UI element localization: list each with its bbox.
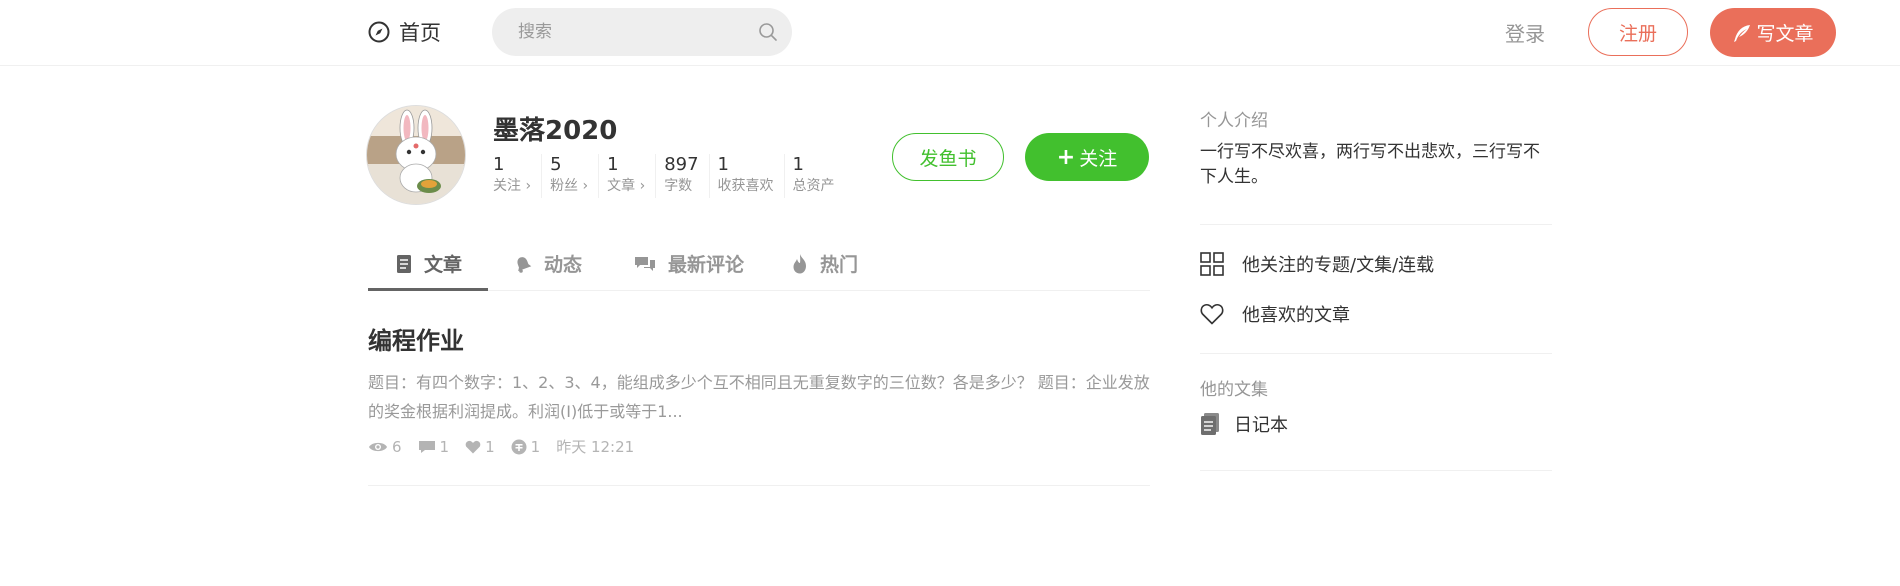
stat-label: 总资产 xyxy=(792,178,835,194)
sidebar-divider xyxy=(1200,224,1552,225)
profile-tabs: 文章 动态 最新评论 热门 xyxy=(368,236,1150,291)
article-item: 编程作业 题目：有四个数字：1、2、3、4，能组成多少个互不相同且无重复数字的三… xyxy=(368,324,1150,486)
tab-label: 热门 xyxy=(820,254,859,276)
intro-text: 一行写不尽欢喜，两行写不出悲欢，三行写不下人生。 xyxy=(1200,142,1540,187)
tab-label: 最新评论 xyxy=(668,254,745,276)
username: 墨落2020 xyxy=(493,116,618,146)
views-count: 6 xyxy=(368,438,402,456)
stat-following[interactable]: 1 关注 › xyxy=(493,154,543,198)
coin-icon xyxy=(511,439,527,454)
article-icon xyxy=(397,254,411,273)
intro-title: 个人介绍 xyxy=(1200,111,1268,131)
publish-time: 昨天 12:21 xyxy=(556,438,635,456)
tab-articles[interactable]: 文章 xyxy=(396,236,462,291)
collection-item[interactable]: 日记本 xyxy=(1200,411,1288,437)
stat-label: 粉丝 › xyxy=(550,178,589,194)
register-label: 注册 xyxy=(1618,22,1657,45)
stat-label: 文章 › xyxy=(607,178,646,194)
home-label: 首页 xyxy=(399,21,441,45)
stat-articles[interactable]: 1 文章 › xyxy=(607,154,657,198)
views-value: 6 xyxy=(392,437,402,456)
article-meta: 6 1 1 1 昨天 12:21 xyxy=(368,436,1150,457)
compass-icon xyxy=(368,21,390,43)
tab-latest-comments[interactable]: 最新评论 xyxy=(634,236,744,291)
feather-icon xyxy=(1734,24,1751,42)
search-input[interactable] xyxy=(516,8,746,56)
tab-label: 动态 xyxy=(544,254,583,276)
active-tab-indicator xyxy=(368,288,488,291)
heart-icon xyxy=(465,440,481,453)
heart-outline-icon xyxy=(1200,303,1224,325)
plus-icon: + xyxy=(1056,144,1076,170)
search-icon[interactable] xyxy=(758,22,778,42)
stat-followers[interactable]: 5 粉丝 › xyxy=(550,154,600,198)
subscriptions-link[interactable]: 他关注的专题/文集/连载 xyxy=(1200,251,1434,277)
tab-hot[interactable]: 热门 xyxy=(792,236,858,291)
profile-stats: 1 关注 › 5 粉丝 › 1 文章 › 897 字数 1 收获喜欢 1 总资产 xyxy=(493,154,853,198)
eye-icon xyxy=(369,442,387,451)
top-navbar: 首页 登录 注册 写文章 xyxy=(0,0,1900,66)
stat-num: 1 xyxy=(792,154,804,175)
stat-num: 897 xyxy=(664,154,699,175)
article-abstract: 题目：有四个数字：1、2、3、4，能组成多少个互不相同且无重复数字的三位数？各是… xyxy=(368,373,1150,421)
article-title[interactable]: 编程作业 xyxy=(368,324,1150,358)
stat-num: 1 xyxy=(493,154,505,175)
stat-words: 897 字数 xyxy=(664,154,710,198)
subscriptions-label: 他关注的专题/文集/连载 xyxy=(1242,255,1435,276)
avatar[interactable] xyxy=(366,105,466,205)
rewards-value: 1 xyxy=(530,437,541,456)
grid-icon xyxy=(1200,252,1224,276)
stat-label: 关注 › xyxy=(493,178,532,194)
liked-articles-label: 他喜欢的文章 xyxy=(1242,305,1350,326)
stat-num: 1 xyxy=(717,154,729,175)
stat-num: 1 xyxy=(607,154,619,175)
likes-value: 1 xyxy=(485,437,495,456)
stat-total-assets: 1 总资产 xyxy=(793,154,845,198)
sidebar-divider xyxy=(1200,353,1552,354)
collections-title: 他的文集 xyxy=(1200,380,1268,400)
send-message-button[interactable]: 发鱼书 xyxy=(892,133,1004,181)
collection-label: 日记本 xyxy=(1234,415,1288,436)
stat-likes-received: 1 收获喜欢 xyxy=(718,154,785,198)
follow-button[interactable]: + 关注 xyxy=(1025,133,1149,181)
stat-label: 字数 xyxy=(664,178,693,194)
tab-label: 文章 xyxy=(424,254,463,276)
comment-icon xyxy=(418,440,435,453)
search-box xyxy=(492,8,792,56)
send-message-label: 发鱼书 xyxy=(919,147,977,170)
stat-num: 5 xyxy=(550,154,562,175)
tab-activity[interactable]: 动态 xyxy=(514,236,582,291)
write-label: 写文章 xyxy=(1756,23,1814,45)
liked-articles-link[interactable]: 他喜欢的文章 xyxy=(1200,301,1350,327)
likes-count: 1 xyxy=(465,438,495,456)
comments-icon xyxy=(635,256,655,271)
rabbit-avatar-icon xyxy=(367,106,465,204)
comments-value: 1 xyxy=(439,437,450,456)
stat-label: 收获喜欢 xyxy=(717,178,774,194)
home-link[interactable]: 首页 xyxy=(368,16,441,48)
register-button[interactable]: 注册 xyxy=(1588,8,1688,56)
rewards-count: 1 xyxy=(511,437,541,456)
follow-label: 关注 xyxy=(1079,147,1118,170)
write-article-button[interactable]: 写文章 xyxy=(1710,8,1836,57)
notebook-icon xyxy=(1201,413,1219,435)
sidebar-divider xyxy=(1200,470,1552,471)
fire-icon xyxy=(793,253,806,273)
login-link[interactable]: 登录 xyxy=(1505,18,1545,47)
bell-icon xyxy=(517,256,532,273)
comments-count[interactable]: 1 xyxy=(418,437,450,456)
